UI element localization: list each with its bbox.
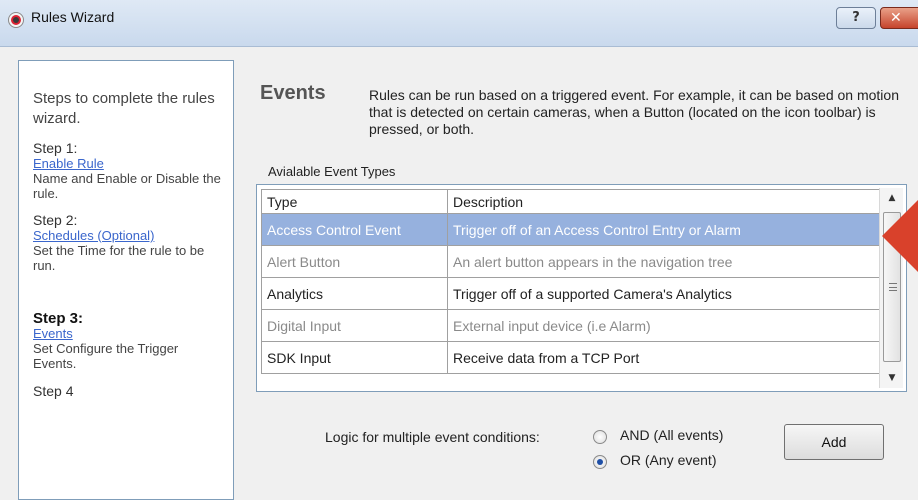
steps-intro: Steps to complete the rules wizard. — [33, 90, 215, 127]
annotation-arrow-icon — [882, 200, 918, 272]
title-bar: Rules Wizard ? ✕ — [0, 0, 918, 47]
row-type: Alert Button — [261, 245, 448, 278]
row-description: External input device (i.e Alarm) — [447, 309, 881, 342]
add-button[interactable]: Add — [784, 424, 884, 460]
table-row[interactable]: SDK Input Receive data from a TCP Port — [261, 341, 881, 374]
table-row[interactable]: Analytics Trigger off of a supported Cam… — [261, 277, 881, 310]
radio-or[interactable] — [593, 455, 607, 469]
step-1-link[interactable]: Enable Rule — [33, 156, 223, 171]
table-row[interactable]: Alert Button An alert button appears in … — [261, 245, 881, 278]
step-3-link[interactable]: Events — [33, 326, 223, 341]
events-title: Events — [260, 82, 326, 104]
step-1-description: Name and Enable or Disable the rule. — [33, 171, 221, 201]
table-header-row: Type Description — [261, 189, 881, 214]
scrollbar-grip-icon — [889, 283, 897, 291]
radio-or-label: OR (Any event) — [620, 452, 717, 468]
row-type: Digital Input — [261, 309, 448, 342]
step-3-heading: Step 3: — [33, 310, 84, 327]
column-header-description[interactable]: Description — [447, 189, 881, 214]
radio-and-label: AND (All events) — [620, 427, 724, 443]
row-type: SDK Input — [261, 341, 448, 374]
step-3-description: Set Configure the Trigger Events. — [33, 341, 179, 371]
scroll-down-arrow-icon[interactable]: ▼ — [880, 368, 904, 388]
events-description: Rules can be run based on a triggered ev… — [369, 87, 899, 137]
step-2: Step 2: Schedules (Optional) Set the Tim… — [33, 212, 223, 274]
row-description: Receive data from a TCP Port — [447, 341, 881, 374]
table-row[interactable]: Access Control Event Trigger off of an A… — [261, 213, 881, 246]
column-header-type[interactable]: Type — [261, 189, 448, 214]
step-4-heading-partial: Step 4 — [33, 383, 74, 399]
event-types-label: Avialable Event Types — [268, 164, 396, 179]
event-types-table-box: Type Description Access Control Event Tr… — [256, 184, 907, 392]
row-type: Analytics — [261, 277, 448, 310]
help-button[interactable]: ? — [836, 7, 876, 29]
app-icon — [8, 12, 24, 28]
radio-and[interactable] — [593, 430, 607, 444]
row-type: Access Control Event — [261, 213, 448, 246]
row-description: Trigger off of a supported Camera's Anal… — [447, 277, 881, 310]
row-description: Trigger off of an Access Control Entry o… — [447, 213, 881, 246]
logic-label: Logic for multiple event conditions: — [325, 429, 540, 445]
row-description: An alert button appears in the navigatio… — [447, 245, 881, 278]
step-1-heading: Step 1: — [33, 140, 78, 156]
step-2-description: Set the Time for the rule to be run. — [33, 243, 205, 273]
event-types-table: Type Description Access Control Event Tr… — [261, 189, 881, 374]
step-1: Step 1: Enable Rule Name and Enable or D… — [33, 140, 223, 202]
close-button[interactable]: ✕ — [880, 7, 918, 29]
steps-panel: Steps to complete the rules wizard. Step… — [18, 60, 234, 500]
window-title: Rules Wizard — [31, 9, 115, 25]
step-2-heading: Step 2: — [33, 212, 78, 228]
step-3: Step 3: Events Set Configure the Trigger… — [33, 311, 223, 371]
step-2-link[interactable]: Schedules (Optional) — [33, 228, 223, 243]
table-row[interactable]: Digital Input External input device (i.e… — [261, 309, 881, 342]
